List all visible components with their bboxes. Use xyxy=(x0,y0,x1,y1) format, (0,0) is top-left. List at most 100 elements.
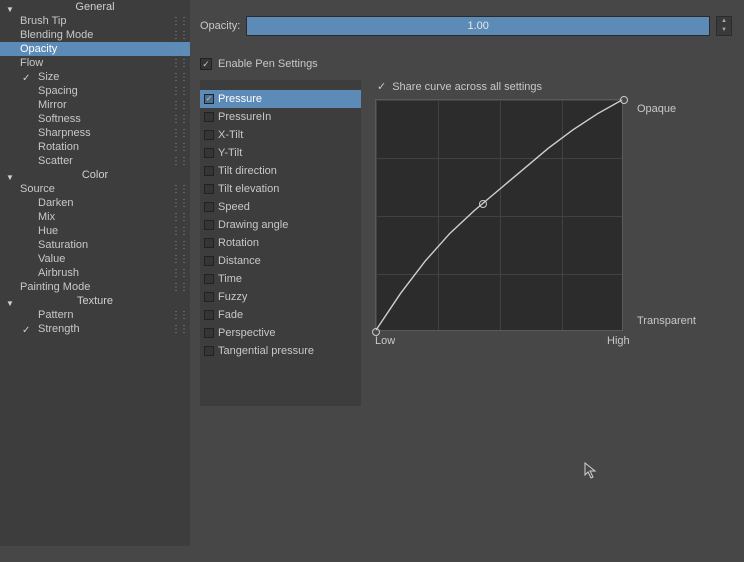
opacity-spinner[interactable]: ▲ ▼ xyxy=(716,16,732,36)
drag-handle-icon[interactable]: ⋮⋮ xyxy=(171,253,187,267)
checkbox-icon[interactable] xyxy=(204,310,214,320)
drag-handle-icon[interactable]: ⋮⋮ xyxy=(171,267,187,281)
sidebar-item-softness[interactable]: Softness⋮⋮ xyxy=(0,112,190,126)
sidebar-item-mirror[interactable]: Mirror ⋮⋮ xyxy=(0,98,190,112)
checkbox-icon[interactable] xyxy=(204,148,214,158)
checkbox-icon[interactable] xyxy=(204,130,214,140)
curve-input-pressure[interactable]: ✓Pressure xyxy=(200,90,361,108)
curve-input-label: Tilt elevation xyxy=(218,183,279,195)
sidebar-item-label: Saturation xyxy=(38,239,88,251)
curve-input-rotation[interactable]: Rotation xyxy=(200,234,361,252)
checkbox-icon[interactable] xyxy=(204,238,214,248)
drag-handle-icon[interactable]: ⋮⋮ xyxy=(171,141,187,155)
sidebar-item-blending-mode[interactable]: Blending Mode⋮⋮ xyxy=(0,28,190,42)
settings-sidebar: ▼GeneralBrush Tip⋮⋮Blending Mode⋮⋮Opacit… xyxy=(0,0,190,546)
curve-input-tilt-elevation[interactable]: Tilt elevation xyxy=(200,180,361,198)
checkbox-icon[interactable] xyxy=(204,274,214,284)
drag-handle-icon[interactable]: ⋮⋮ xyxy=(171,211,187,225)
curve-label-low: Low xyxy=(375,335,395,347)
drag-handle-icon[interactable]: ⋮⋮ xyxy=(171,155,187,169)
sidebar-item-pattern[interactable]: Pattern⋮⋮ xyxy=(0,308,190,322)
enable-pen-label: Enable Pen Settings xyxy=(218,58,318,70)
curve-input-distance[interactable]: Distance xyxy=(200,252,361,270)
enable-pen-checkbox[interactable]: ✓ Enable Pen Settings xyxy=(200,58,732,70)
checkbox-icon[interactable] xyxy=(204,202,214,212)
section-header[interactable]: ▼General xyxy=(0,0,190,14)
sidebar-item-airbrush[interactable]: Airbrush⋮⋮ xyxy=(0,266,190,280)
curve-input-tangential-pressure[interactable]: Tangential pressure xyxy=(200,342,361,360)
share-curve-checkbox[interactable]: ✓ Share curve across all settings xyxy=(375,80,732,93)
drag-handle-icon[interactable]: ⋮⋮ xyxy=(171,29,187,43)
drag-handle-icon[interactable]: ⋮⋮ xyxy=(171,309,187,323)
sidebar-item-mix[interactable]: Mix⋮⋮ xyxy=(0,210,190,224)
sidebar-item-label: Value xyxy=(38,253,65,265)
sidebar-item-value[interactable]: Value ⋮⋮ xyxy=(0,252,190,266)
checkbox-icon[interactable] xyxy=(204,346,214,356)
curve-input-speed[interactable]: Speed xyxy=(200,198,361,216)
checkbox-icon[interactable] xyxy=(204,328,214,338)
drag-handle-icon[interactable]: ⋮⋮ xyxy=(171,85,187,99)
curve-label-high: High xyxy=(607,335,630,347)
sidebar-item-darken[interactable]: Darken ⋮⋮ xyxy=(0,196,190,210)
checkbox-icon[interactable] xyxy=(204,166,214,176)
sidebar-item-rotation[interactable]: Rotation ⋮⋮ xyxy=(0,140,190,154)
sidebar-item-brush-tip[interactable]: Brush Tip⋮⋮ xyxy=(0,14,190,28)
curve-input-fade[interactable]: Fade xyxy=(200,306,361,324)
sidebar-item-saturation[interactable]: Saturation ⋮⋮ xyxy=(0,238,190,252)
checkbox-icon[interactable] xyxy=(204,220,214,230)
curve-handle[interactable] xyxy=(620,96,628,104)
curve-input-tilt-direction[interactable]: Tilt direction xyxy=(200,162,361,180)
sidebar-item-label: Size xyxy=(38,71,59,83)
checkbox-icon[interactable] xyxy=(204,256,214,266)
drag-handle-icon[interactable]: ⋮⋮ xyxy=(171,239,187,253)
checkbox-icon[interactable]: ✓ xyxy=(204,94,214,104)
opacity-slider[interactable]: 1.00 xyxy=(246,16,710,36)
sidebar-item-source[interactable]: Source⋮⋮ xyxy=(0,182,190,196)
sidebar-item-label: Spacing xyxy=(38,85,78,97)
sidebar-item-scatter[interactable]: Scatter⋮⋮ xyxy=(0,154,190,168)
drag-handle-icon[interactable]: ⋮⋮ xyxy=(171,281,187,295)
curve-editor[interactable] xyxy=(375,99,623,331)
curve-input-label: Fade xyxy=(218,309,243,321)
sidebar-item-painting-mode[interactable]: Painting Mode ⋮⋮ xyxy=(0,280,190,294)
sidebar-item-flow[interactable]: Flow⋮⋮ xyxy=(0,56,190,70)
curve-input-label: Fuzzy xyxy=(218,291,247,303)
drag-handle-icon[interactable]: ⋮⋮ xyxy=(171,183,187,197)
sidebar-item-hue[interactable]: Hue⋮⋮ xyxy=(0,224,190,238)
drag-handle-icon[interactable]: ⋮⋮ xyxy=(171,127,187,141)
drag-handle-icon[interactable]: ⋮⋮ xyxy=(171,197,187,211)
drag-handle-icon[interactable]: ⋮⋮ xyxy=(171,323,187,337)
sidebar-item-label: Darken xyxy=(38,197,73,209)
curve-input-time[interactable]: Time xyxy=(200,270,361,288)
drag-handle-icon[interactable]: ⋮⋮ xyxy=(171,225,187,239)
chevron-up-icon[interactable]: ▲ xyxy=(717,17,731,26)
curve-inputs-list: ✓PressurePressureInX-TiltY-TiltTilt dire… xyxy=(200,80,361,406)
drag-handle-icon[interactable]: ⋮⋮ xyxy=(171,57,187,71)
section-header[interactable]: ▼Texture xyxy=(0,294,190,308)
drag-handle-icon[interactable]: ⋮⋮ xyxy=(171,15,187,29)
drag-handle-icon[interactable]: ⋮⋮ xyxy=(171,99,187,113)
curve-input-fuzzy[interactable]: Fuzzy xyxy=(200,288,361,306)
sidebar-item-spacing[interactable]: Spacing ⋮⋮ xyxy=(0,84,190,98)
checkbox-icon[interactable] xyxy=(204,292,214,302)
curve-input-x-tilt[interactable]: X-Tilt xyxy=(200,126,361,144)
checkbox-icon[interactable] xyxy=(204,112,214,122)
curve-area: Opaque Transparent Low High xyxy=(375,99,732,331)
section-header[interactable]: ▼Color xyxy=(0,168,190,182)
chevron-down-icon[interactable]: ▼ xyxy=(717,26,731,35)
curve-input-pressurein[interactable]: PressureIn xyxy=(200,108,361,126)
curve-input-perspective[interactable]: Perspective xyxy=(200,324,361,342)
curve-input-drawing-angle[interactable]: Drawing angle xyxy=(200,216,361,234)
sidebar-item-label: Mirror xyxy=(38,99,67,111)
sidebar-item-opacity[interactable]: Opacity⋮⋮ xyxy=(0,42,190,56)
drag-handle-icon[interactable]: ⋮⋮ xyxy=(171,43,187,57)
sidebar-item-size[interactable]: ✓Size⋮⋮ xyxy=(0,70,190,84)
drag-handle-icon[interactable]: ⋮⋮ xyxy=(171,71,187,85)
checkbox-icon[interactable] xyxy=(204,184,214,194)
drag-handle-icon[interactable]: ⋮⋮ xyxy=(171,113,187,127)
sidebar-item-label: Rotation xyxy=(38,141,79,153)
curve-input-y-tilt[interactable]: Y-Tilt xyxy=(200,144,361,162)
sidebar-item-label: Painting Mode xyxy=(20,281,90,293)
sidebar-item-sharpness[interactable]: Sharpness⋮⋮ xyxy=(0,126,190,140)
sidebar-item-strength[interactable]: ✓Strength⋮⋮ xyxy=(0,322,190,336)
